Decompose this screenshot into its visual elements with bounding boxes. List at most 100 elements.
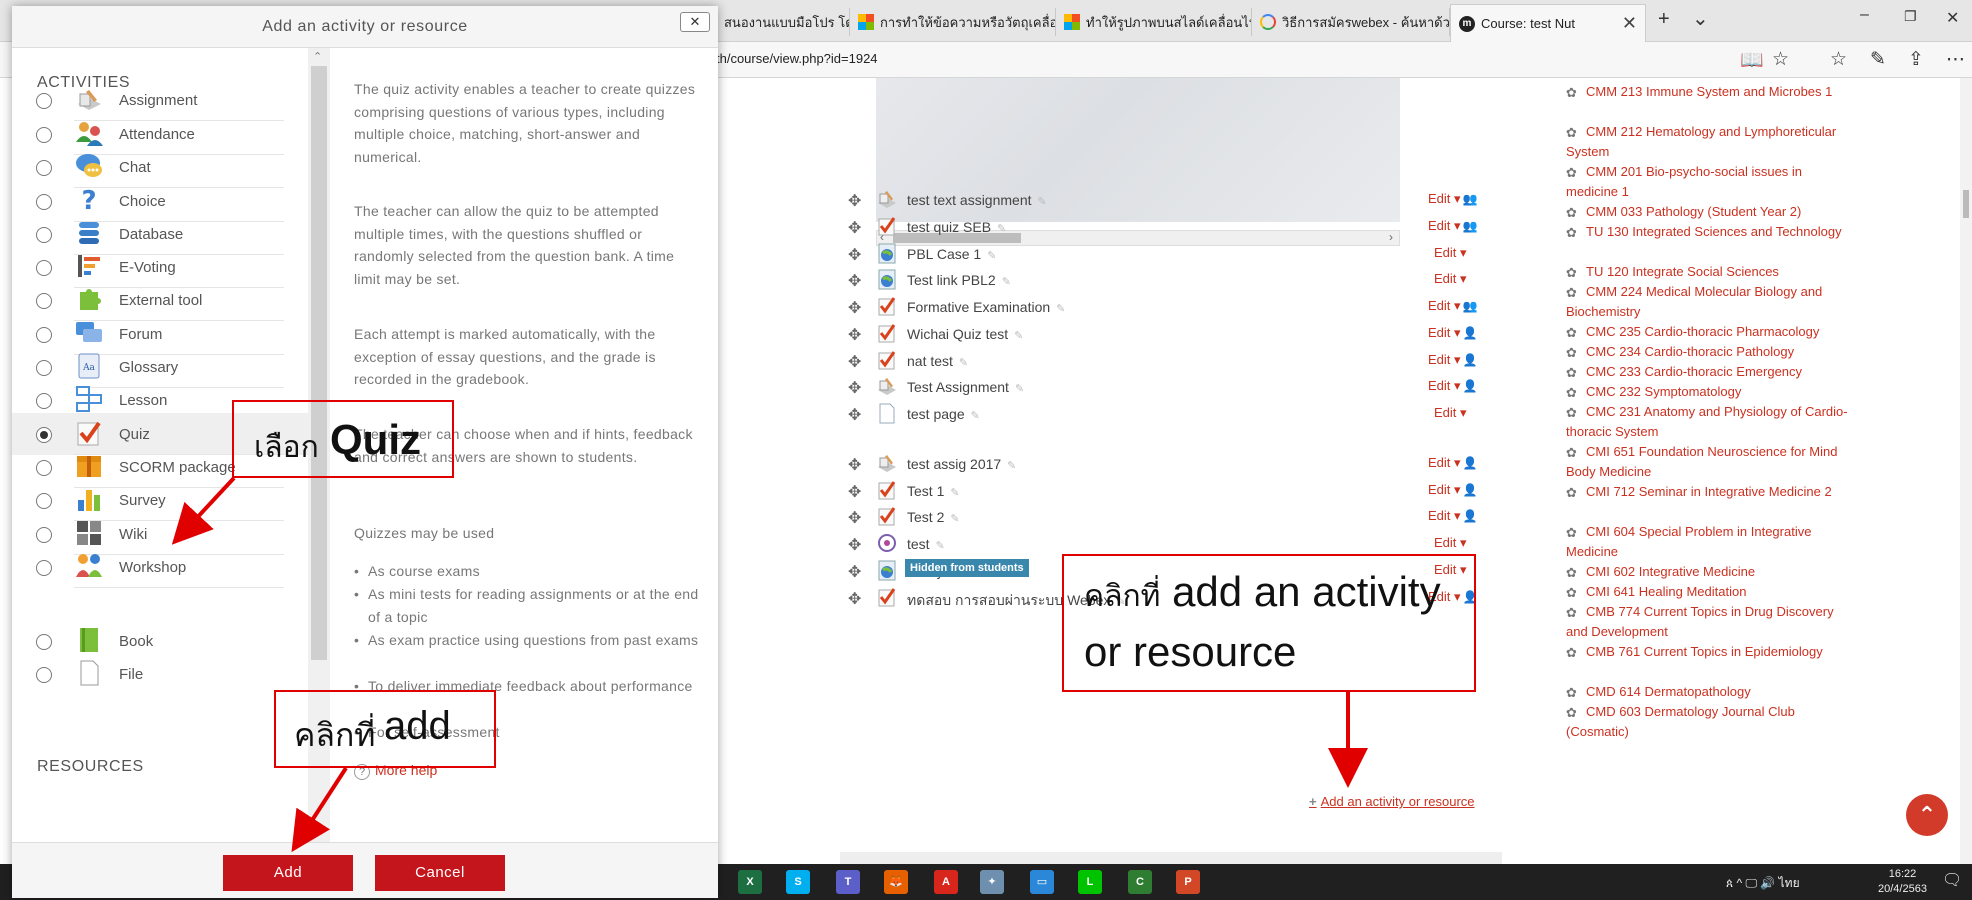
- radio-button[interactable]: [36, 160, 52, 176]
- person-icon[interactable]: 👤: [1463, 456, 1478, 470]
- course-link[interactable]: ✿ CMM 212 Hematology and Lymphoreticular …: [1566, 122, 1850, 162]
- edit-menu[interactable]: Edit ▾ 👤: [1428, 325, 1478, 341]
- move-icon[interactable]: ✥: [848, 325, 861, 345]
- activity-name[interactable]: Wichai Quiz test ✎: [907, 326, 1023, 342]
- notification-icon[interactable]: 🗨: [1942, 870, 1962, 890]
- radio-button[interactable]: [36, 667, 52, 683]
- favorite-star-icon[interactable]: ☆: [1772, 48, 1789, 71]
- person-icon[interactable]: 👤: [1463, 379, 1478, 393]
- move-icon[interactable]: ✥: [848, 508, 861, 528]
- new-tab-button[interactable]: +: [1658, 8, 1670, 31]
- activity-name[interactable]: test quiz SEB ✎: [907, 219, 1006, 235]
- scroll-up-icon[interactable]: ⌃: [313, 50, 322, 63]
- course-link[interactable]: ✿ CMB 761 Current Topics in Epidemiology: [1566, 642, 1850, 662]
- reading-view-icon[interactable]: 📖: [1740, 48, 1764, 72]
- move-icon[interactable]: ✥: [848, 535, 861, 555]
- window-minimize-button[interactable]: –: [1860, 6, 1869, 24]
- course-link[interactable]: ✿ CMC 235 Cardio-thoracic Pharmacology: [1566, 322, 1850, 342]
- radio-button[interactable]: [36, 460, 52, 476]
- course-activity[interactable]: ✥ nat test ✎ Edit ▾ 👤: [848, 347, 1488, 375]
- edit-menu[interactable]: Edit ▾ 👥: [1428, 191, 1478, 207]
- move-icon[interactable]: ✥: [848, 218, 861, 238]
- course-link[interactable]: ✿ CMD 614 Dermatopathology: [1566, 682, 1850, 702]
- course-link[interactable]: ✿ TU 130 Integrated Sciences and Technolo…: [1566, 222, 1850, 242]
- course-link[interactable]: ✿ CMI 712 Seminar in Integrative Medicine…: [1566, 482, 1850, 502]
- edit-menu[interactable]: Edit ▾: [1434, 271, 1467, 287]
- taskbar-app[interactable]: 🦊: [884, 870, 908, 894]
- course-link[interactable]: ✿ CMC 231 Anatomy and Physiology of Cardi…: [1566, 402, 1850, 442]
- course-link[interactable]: ✿ CMM 224 Medical Molecular Biology and B…: [1566, 282, 1850, 322]
- course-link[interactable]: ✿ CMC 234 Cardio-thoracic Pathology: [1566, 342, 1850, 362]
- edit-title-icon[interactable]: ✎: [1015, 383, 1024, 395]
- tab-list-button[interactable]: ⌄: [1692, 6, 1709, 31]
- radio-button[interactable]: [36, 634, 52, 650]
- group-icon[interactable]: 👥: [1463, 219, 1478, 233]
- person-icon[interactable]: 👤: [1463, 353, 1478, 367]
- activity-name[interactable]: test ✎: [907, 536, 945, 552]
- radio-button[interactable]: [36, 260, 52, 276]
- course-activity[interactable]: ✥ test quiz SEB ✎ Edit ▾ 👥: [848, 213, 1488, 241]
- add-button[interactable]: Add: [223, 855, 353, 891]
- edit-menu[interactable]: Edit ▾ 👤: [1428, 352, 1478, 368]
- course-link[interactable]: ✿ CMI 604 Special Problem in Integrative …: [1566, 522, 1850, 562]
- tab-0[interactable]: สนองานแบบมือโปร โดยใร: [716, 8, 850, 36]
- radio-button[interactable]: [36, 227, 52, 243]
- system-tray[interactable]: ጰ ^ 🖵 🔊 ไทย: [1726, 874, 1800, 893]
- course-link[interactable]: ✿ CMI 602 Integrative Medicine: [1566, 562, 1850, 582]
- person-icon[interactable]: 👤: [1463, 483, 1478, 497]
- tab-1[interactable]: การทำให้ข้อความหรือวัตถุเคลื่อน: [850, 8, 1056, 36]
- course-activity[interactable]: ✥ Test 1 ✎ Edit ▾ 👤: [848, 477, 1488, 505]
- radio-button[interactable]: [36, 127, 52, 143]
- edit-title-icon[interactable]: ✎: [959, 357, 968, 369]
- favorites-list-icon[interactable]: ☆: [1830, 48, 1847, 71]
- move-icon[interactable]: ✥: [848, 352, 861, 372]
- url-text[interactable]: th/course/view.php?id=1924: [716, 51, 878, 66]
- move-icon[interactable]: ✥: [848, 378, 861, 398]
- course-activity[interactable]: ✥ Wichai Quiz test ✎ Edit ▾ 👤: [848, 320, 1488, 348]
- course-link[interactable]: ✿ CMC 232 Symptomatology: [1566, 382, 1850, 402]
- course-link[interactable]: ✿ CMC 233 Cardio-thoracic Emergency: [1566, 362, 1850, 382]
- move-icon[interactable]: ✥: [848, 271, 861, 291]
- edit-menu[interactable]: Edit ▾: [1434, 535, 1467, 551]
- move-icon[interactable]: ✥: [848, 589, 861, 609]
- edit-title-icon[interactable]: ✎: [950, 513, 959, 525]
- taskbar-app[interactable]: C: [1128, 870, 1152, 894]
- edit-title-icon[interactable]: ✎: [971, 410, 980, 422]
- radio-button[interactable]: [36, 560, 52, 576]
- course-link[interactable]: ✿ CMB 774 Current Topics in Drug Discover…: [1566, 602, 1850, 642]
- cancel-button[interactable]: Cancel: [375, 855, 505, 891]
- course-link[interactable]: ✿ CMM 033 Pathology (Student Year 2): [1566, 202, 1850, 222]
- edit-menu[interactable]: Edit ▾ 👤: [1428, 455, 1478, 471]
- pen-notes-icon[interactable]: ✎: [1870, 48, 1886, 71]
- course-link[interactable]: ✿ CMM 201 Bio-psycho-social issues in med…: [1566, 162, 1850, 202]
- edit-menu[interactable]: Edit ▾: [1434, 245, 1467, 261]
- edit-title-icon[interactable]: ✎: [987, 250, 996, 262]
- edit-title-icon[interactable]: ✎: [1038, 196, 1047, 208]
- edit-title-icon[interactable]: ✎: [950, 487, 959, 499]
- tab-2[interactable]: ทำให้รูปภาพบนสไลด์เคลื่อนไหว -: [1056, 8, 1252, 36]
- add-activity-link[interactable]: + Add an activity or resource: [1309, 794, 1475, 809]
- activity-name[interactable]: Test link PBL2 ✎: [907, 272, 1011, 288]
- move-icon[interactable]: ✥: [848, 562, 861, 582]
- move-icon[interactable]: ✥: [848, 482, 861, 502]
- activity-name[interactable]: Formative Examination ✎: [907, 299, 1065, 315]
- radio-button[interactable]: [36, 327, 52, 343]
- course-activity[interactable]: ✥ Test link PBL2 ✎ Edit ▾: [848, 266, 1488, 294]
- activity-name[interactable]: Test 2 ✎: [907, 509, 960, 525]
- activity-name[interactable]: Test Assignment ✎: [907, 379, 1024, 395]
- course-link[interactable]: ✿ TU 120 Integrate Social Sciences: [1566, 262, 1850, 282]
- radio-button[interactable]: [36, 93, 52, 109]
- taskbar-app[interactable]: S: [786, 870, 810, 894]
- activity-name[interactable]: Test 1 ✎: [907, 483, 960, 499]
- edit-title-icon[interactable]: ✎: [1007, 460, 1016, 472]
- more-menu-icon[interactable]: ⋯: [1946, 48, 1965, 71]
- activity-name[interactable]: PBL Case 1 ✎: [907, 246, 996, 262]
- tab-3[interactable]: วิธีการสมัครwebex - ค้นหาด้วย: [1252, 8, 1450, 36]
- person-icon[interactable]: 👤: [1463, 326, 1478, 340]
- taskbar-app[interactable]: T: [836, 870, 860, 894]
- move-icon[interactable]: ✥: [848, 455, 861, 475]
- move-icon[interactable]: ✥: [848, 191, 861, 211]
- clock[interactable]: 16:22 20/4/2563: [1878, 867, 1927, 897]
- course-link[interactable]: ✿ CMD 603 Dermatology Journal Club (Cosma…: [1566, 702, 1850, 742]
- radio-button[interactable]: [36, 493, 52, 509]
